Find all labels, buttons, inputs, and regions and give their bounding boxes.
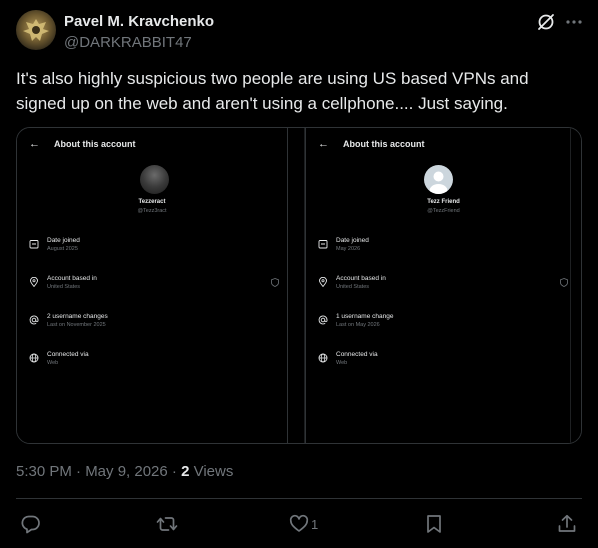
info-value: United States — [336, 284, 370, 290]
author-display-name[interactable]: Pavel M. Kravchenko — [64, 13, 214, 30]
back-arrow-icon: ← — [318, 138, 329, 150]
info-label: 2 username changes — [47, 313, 108, 320]
reply-icon — [21, 515, 40, 534]
info-label: Account based in — [47, 275, 97, 282]
back-arrow-icon: ← — [29, 138, 40, 150]
panel-title: About this account — [54, 139, 136, 149]
heart-icon — [289, 514, 309, 532]
post-timestamp[interactable]: 5:30 PM · May 9, 2026 — [16, 463, 168, 480]
info-row-account-based-in: Account based in United States — [318, 275, 568, 295]
profile-avatar-default — [424, 165, 453, 194]
repost-button[interactable] — [156, 514, 178, 534]
share-icon — [558, 514, 576, 532]
profile-name: Tezz Friend — [427, 199, 460, 205]
panel-edge — [570, 128, 571, 443]
author-avatar[interactable] — [16, 10, 56, 50]
like-button[interactable]: 1 — [289, 514, 329, 534]
eagle-emblem-icon — [23, 19, 49, 41]
info-label: 1 username change — [336, 313, 394, 320]
info-row-connected-via: Connected via Web — [29, 351, 279, 371]
info-label: Date joined — [336, 237, 369, 244]
default-avatar-icon — [429, 171, 448, 194]
info-label: Account based in — [336, 275, 386, 282]
at-icon — [29, 315, 39, 325]
post-meta: 5:30 PM · May 9, 2026 · 2 Views — [16, 463, 233, 480]
info-row-username-changes: 1 username change Last on May 2026 — [318, 313, 568, 333]
location-icon — [30, 277, 38, 287]
profile-handle: @Tezz3ract — [137, 208, 167, 214]
media-separator — [288, 128, 305, 443]
meta-separator: · — [171, 463, 182, 480]
profile-name: Tezzeract — [138, 199, 166, 205]
account-about-panel-right: ← About this account Tezz Friend @TezzFr… — [305, 128, 581, 443]
more-options-icon[interactable] — [564, 12, 584, 32]
location-icon — [319, 277, 327, 287]
info-row-date-joined: Date joined August 2025 — [29, 237, 279, 257]
info-value: Web — [47, 360, 59, 366]
calendar-icon — [318, 240, 328, 249]
info-value: May 2026 — [336, 246, 361, 252]
account-about-panel-left: ← About this account Tezzeract @Tezz3rac… — [17, 128, 288, 443]
info-row-date-joined: Date joined May 2026 — [318, 237, 568, 257]
post-media[interactable]: ← About this account Tezzeract @Tezz3rac… — [16, 127, 582, 444]
profile-handle: @TezzFriend — [427, 208, 460, 214]
views-count[interactable]: 2 — [181, 463, 189, 480]
calendar-icon — [29, 240, 39, 249]
views-label: Views — [193, 463, 234, 480]
share-button[interactable] — [557, 514, 577, 534]
shield-icon — [271, 278, 279, 287]
info-label: Connected via — [336, 351, 378, 358]
globe-icon — [29, 353, 39, 363]
info-row-username-changes: 2 username changes Last on November 2025 — [29, 313, 279, 333]
info-value: Last on May 2026 — [336, 322, 380, 328]
info-row-connected-via: Connected via Web — [318, 351, 568, 371]
action-bar-divider — [16, 498, 582, 499]
profile-avatar — [140, 165, 169, 194]
post-text: It's also highly suspicious two people a… — [16, 69, 529, 113]
bookmark-icon — [427, 515, 441, 533]
info-value: Web — [336, 360, 348, 366]
like-count: 1 — [311, 517, 319, 532]
post-header: Pavel M. Kravchenko @DARKRABBIT47 — [16, 10, 582, 54]
globe-icon — [318, 353, 328, 363]
info-value: August 2025 — [47, 246, 78, 252]
author-handle[interactable]: @DARKRABBIT47 — [64, 34, 192, 51]
info-label: Date joined — [47, 237, 80, 244]
info-value: Last on November 2025 — [47, 322, 106, 328]
info-value: United States — [47, 284, 81, 290]
repost-icon — [156, 517, 178, 531]
bookmark-button[interactable] — [425, 514, 443, 534]
info-row-account-based-in: Account based in United States — [29, 275, 279, 295]
shield-icon — [560, 278, 568, 287]
at-icon — [318, 315, 328, 325]
reply-button[interactable] — [21, 514, 41, 534]
grok-icon[interactable] — [536, 12, 556, 32]
info-label: Connected via — [47, 351, 89, 358]
panel-title: About this account — [343, 139, 425, 149]
